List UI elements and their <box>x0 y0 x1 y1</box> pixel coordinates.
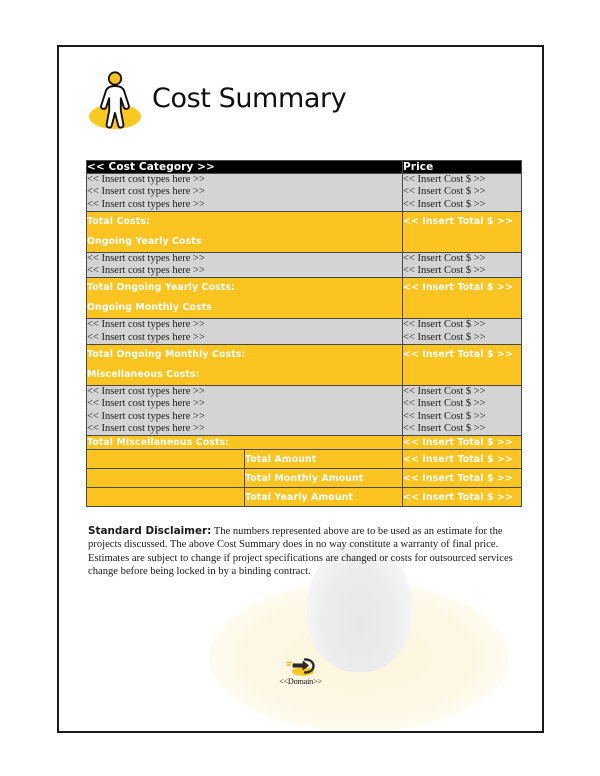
cost-line[interactable]: << Insert Cost $ >> <box>403 199 521 211</box>
cost-line[interactable]: << Insert Cost $ >> <box>403 265 521 277</box>
table-row: Total Ongoing Yearly Costs: Ongoing Mont… <box>86 277 522 320</box>
section-label-secondary: Miscellaneous Costs: <box>87 369 200 381</box>
swoosh-arrow-icon <box>281 655 321 677</box>
total-value[interactable]: << Insert Total $ >> <box>403 436 521 449</box>
page-footer: <<Domain>> <box>59 655 542 686</box>
standard-disclaimer: Standard Disclaimer: The numbers represe… <box>88 525 516 579</box>
summary-blank-cell <box>86 487 245 508</box>
item-line[interactable]: << Insert cost types here >> <box>87 423 402 435</box>
total-value-spacer <box>403 298 521 318</box>
document-page: Cost Summary << Cost Category >> Price <… <box>57 45 544 733</box>
cost-line[interactable]: << Insert Cost $ >> <box>403 423 521 435</box>
section-total-costs[interactable]: Total Costs: Ongoing Yearly Costs <box>86 210 403 253</box>
total-value-spacer <box>403 365 521 385</box>
item-line[interactable]: << Insert cost types here >> <box>87 411 402 423</box>
table-row: Total Costs: Ongoing Yearly Costs << Ins… <box>86 210 522 253</box>
table-row: << Insert cost types here >> << Insert c… <box>86 318 522 346</box>
total-value-spacer <box>403 232 521 252</box>
item-line[interactable]: << Insert cost types here >> <box>87 386 402 398</box>
summary-value-cell[interactable]: << Insert Total $ >> <box>402 487 522 508</box>
cost-list-cell[interactable]: << Insert Cost $ >> << Insert Cost $ >> <box>402 251 522 279</box>
section-total-value-cell[interactable]: << Insert Total $ >> <box>402 435 522 451</box>
summary-label: Total Amount <box>245 453 317 465</box>
cost-line[interactable]: << Insert Cost $ >> <box>403 332 521 344</box>
item-list-cell[interactable]: << Insert cost types here >> << Insert c… <box>86 318 403 346</box>
section-label-primary: Total Ongoing Monthly Costs: <box>87 349 246 361</box>
table-row: Total Yearly Amount << Insert Total $ >> <box>86 487 522 508</box>
header-cost-category: << Cost Category >> <box>86 160 403 174</box>
item-line[interactable]: << Insert cost types here >> <box>87 398 402 410</box>
cost-line[interactable]: << Insert Cost $ >> <box>403 398 521 410</box>
summary-value[interactable]: << Insert Total $ >> <box>403 491 521 504</box>
total-value[interactable]: << Insert Total $ >> <box>403 345 521 365</box>
summary-value-cell[interactable]: << Insert Total $ >> <box>402 449 522 470</box>
item-line[interactable]: << Insert cost types here >> <box>87 332 402 344</box>
summary-label: Total Monthly Amount <box>245 472 364 484</box>
section-label-primary: Total Costs: <box>87 215 150 227</box>
header-price: Price <box>402 160 522 174</box>
cost-list-cell[interactable]: << Insert Cost $ >> << Insert Cost $ >> … <box>402 173 522 212</box>
item-list-cell[interactable]: << Insert cost types here >> << Insert c… <box>86 385 403 437</box>
item-line[interactable]: << Insert cost types here >> <box>87 186 402 198</box>
cost-line[interactable]: << Insert Cost $ >> <box>403 174 521 186</box>
section-label-secondary: Ongoing Yearly Costs <box>87 235 202 247</box>
section-total-ongoing-yearly[interactable]: Total Ongoing Yearly Costs: Ongoing Mont… <box>86 277 403 320</box>
summary-label-cell[interactable]: Total Amount <box>244 449 403 470</box>
summary-label-cell[interactable]: Total Yearly Amount <box>244 487 403 508</box>
cost-line[interactable]: << Insert Cost $ >> <box>403 253 521 265</box>
person-on-disc-icon <box>87 69 143 131</box>
item-line[interactable]: << Insert cost types here >> <box>87 253 402 265</box>
table-row: << Insert cost types here >> << Insert c… <box>86 251 522 279</box>
section-total-value-cell[interactable]: << Insert Total $ >> <box>402 344 522 387</box>
summary-value[interactable]: << Insert Total $ >> <box>403 453 521 466</box>
table-row: Total Miscellaneous Costs: << Insert Tot… <box>86 435 522 451</box>
summary-label-cell[interactable]: Total Monthly Amount <box>244 468 403 489</box>
item-line[interactable]: << Insert cost types here >> <box>87 199 402 211</box>
item-list-cell[interactable]: << Insert cost types here >> << Insert c… <box>86 251 403 279</box>
disclaimer-heading: Standard Disclaimer: <box>88 525 212 537</box>
section-label-primary: Total Ongoing Yearly Costs: <box>87 282 235 294</box>
table-row: Total Amount << Insert Total $ >> <box>86 449 522 470</box>
total-value[interactable]: << Insert Total $ >> <box>403 278 521 298</box>
cost-line[interactable]: << Insert Cost $ >> <box>403 319 521 331</box>
section-label-primary: Total Miscellaneous Costs: <box>87 437 230 449</box>
item-line[interactable]: << Insert cost types here >> <box>87 265 402 277</box>
table-row: Total Ongoing Monthly Costs: Miscellaneo… <box>86 344 522 387</box>
table-row: << Insert cost types here >> << Insert c… <box>86 385 522 437</box>
summary-value[interactable]: << Insert Total $ >> <box>403 472 521 485</box>
section-total-value-cell[interactable]: << Insert Total $ >> <box>402 210 522 253</box>
cost-list-cell[interactable]: << Insert Cost $ >> << Insert Cost $ >> <box>402 318 522 346</box>
item-line[interactable]: << Insert cost types here >> <box>87 319 402 331</box>
table-row: Total Monthly Amount << Insert Total $ >… <box>86 468 522 489</box>
cost-line[interactable]: << Insert Cost $ >> <box>403 411 521 423</box>
total-value[interactable]: << Insert Total $ >> <box>403 212 521 232</box>
cost-list-cell[interactable]: << Insert Cost $ >> << Insert Cost $ >> … <box>402 385 522 437</box>
footer-domain-label: <<Domain>> <box>279 677 322 686</box>
item-list-cell[interactable]: << Insert cost types here >> << Insert c… <box>86 173 403 212</box>
cost-summary-table: << Cost Category >> Price << Insert cost… <box>86 160 522 508</box>
summary-value-cell[interactable]: << Insert Total $ >> <box>402 468 522 489</box>
table-header-row: << Cost Category >> Price <box>86 160 522 174</box>
cost-line[interactable]: << Insert Cost $ >> <box>403 386 521 398</box>
item-line[interactable]: << Insert cost types here >> <box>87 174 402 186</box>
page-title: Cost Summary <box>152 82 347 114</box>
section-total-ongoing-monthly[interactable]: Total Ongoing Monthly Costs: Miscellaneo… <box>86 344 403 387</box>
section-total-miscellaneous[interactable]: Total Miscellaneous Costs: <box>86 435 403 451</box>
summary-blank-cell <box>86 449 245 470</box>
section-label-secondary: Ongoing Monthly Costs <box>87 302 212 314</box>
summary-label: Total Yearly Amount <box>245 491 353 503</box>
title-block: Cost Summary <box>87 65 347 135</box>
table-row: << Insert cost types here >> << Insert c… <box>86 173 522 212</box>
section-total-value-cell[interactable]: << Insert Total $ >> <box>402 277 522 320</box>
cost-line[interactable]: << Insert Cost $ >> <box>403 186 521 198</box>
summary-blank-cell <box>86 468 245 489</box>
